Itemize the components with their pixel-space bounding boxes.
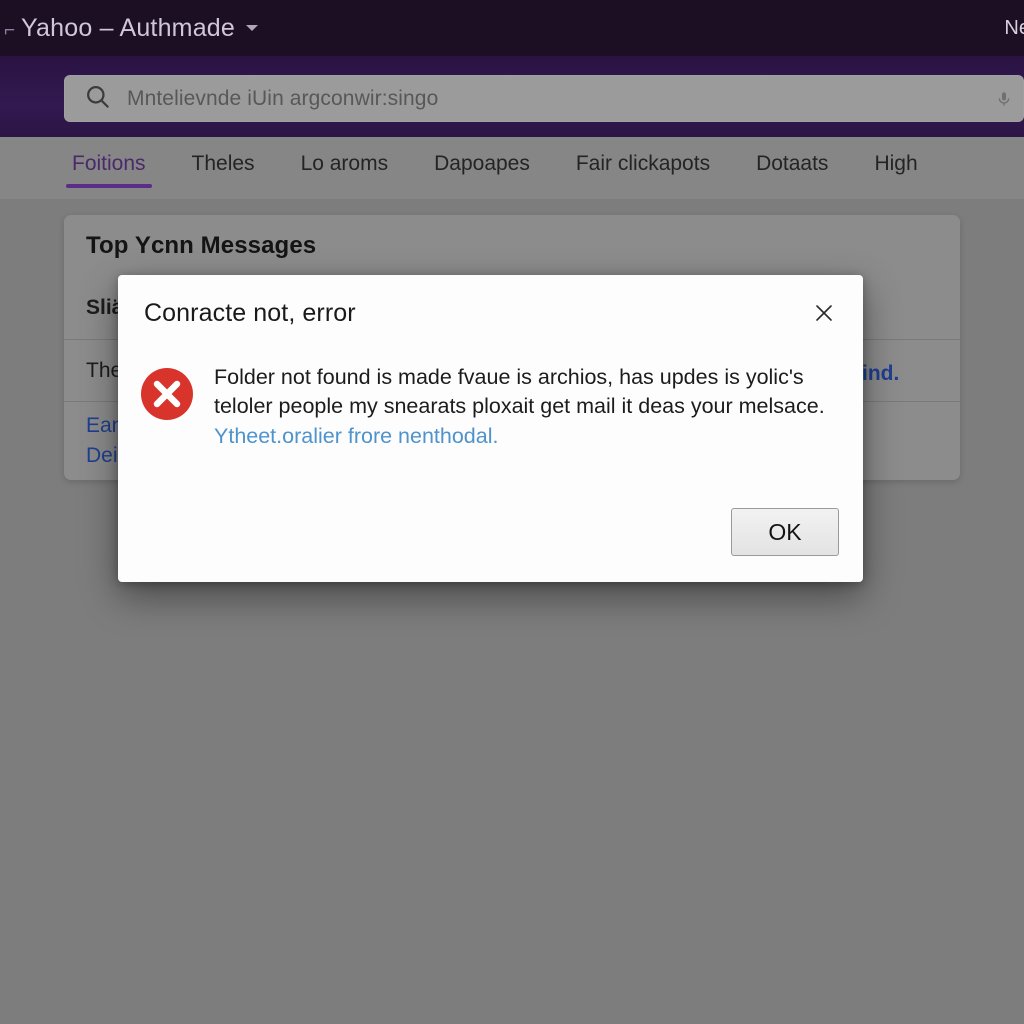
dialog-titlebar: Conracte not, error [118, 275, 863, 351]
ok-button[interactable]: OK [731, 508, 839, 556]
error-dialog: Conracte not, error Folder not found is … [118, 275, 863, 582]
dialog-footer: OK [118, 508, 863, 582]
dialog-message-text: Folder not found is made fvaue is archio… [214, 365, 825, 418]
dialog-message-block: Folder not found is made fvaue is archio… [214, 363, 837, 508]
close-icon[interactable] [807, 296, 841, 330]
dialog-body: Folder not found is made fvaue is archio… [118, 351, 863, 508]
dialog-title: Conracte not, error [144, 298, 356, 327]
error-icon [140, 367, 194, 421]
app-root: ⌐ Yahoo – Authmade Ne Mntelievnde iUin a… [0, 0, 1024, 1024]
dialog-message-link[interactable]: Ytheet.oralier frore nenthodal. [214, 422, 837, 451]
